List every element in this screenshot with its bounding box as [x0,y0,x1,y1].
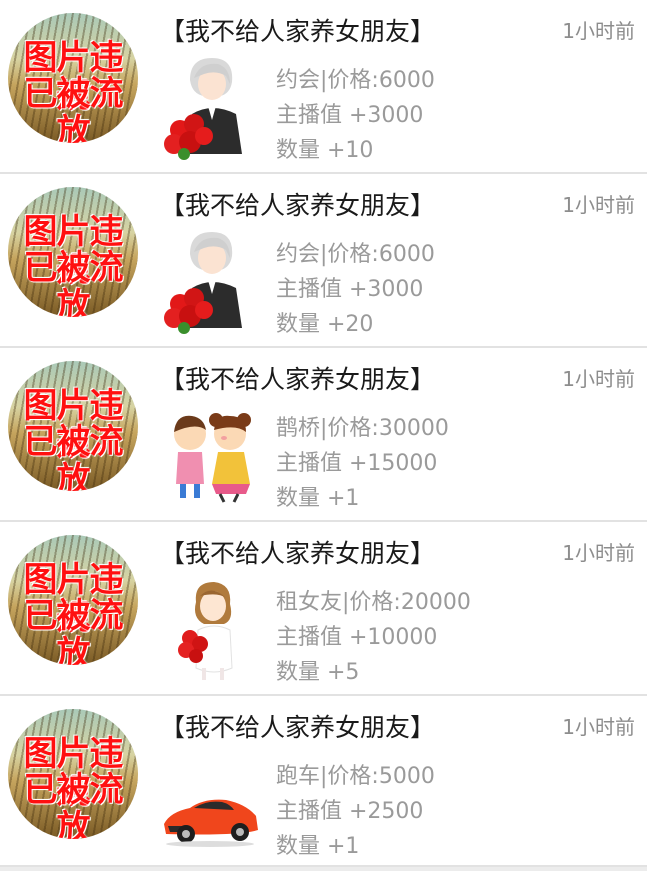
timestamp: 1小时前 [562,541,635,565]
avatar-ban-text: 已被流放 [23,248,124,317]
couple-icon [160,398,260,508]
quantity-text: 数量 +1 [276,834,360,859]
avatar-ban-text: 已被流放 [23,770,124,839]
gift-record-row[interactable]: 图片违规 已被流放 【我不给人家养女朋友】 1小时前 约会|价格:6000 主播… [0,174,647,348]
anchor-value-text: 主播值 +3000 [276,103,424,128]
user-avatar[interactable]: 图片违规 已被流放 [8,709,138,839]
user-name[interactable]: 【我不给人家养女朋友】 [160,534,435,570]
gift-record-row[interactable]: 图片违规 已被流放 【我不给人家养女朋友】 1小时前 租女友|价格:20000 … [0,522,647,696]
timestamp: 1小时前 [562,193,635,217]
quantity-text: 数量 +5 [276,660,360,685]
user-avatar[interactable]: 图片违规 已被流放 [8,361,138,491]
gift-record-list: 图片违规 已被流放 【我不给人家养女朋友】 1小时前 约会|价格:6000 主播… [0,0,647,867]
gift-record-row[interactable]: 图片违规 已被流放 【我不给人家养女朋友】 1小时前 跑车|价格:5000 主播… [0,696,647,867]
timestamp: 1小时前 [562,715,635,739]
avatar-ban-text: 已被流放 [23,596,124,665]
anchor-value-text: 主播值 +3000 [276,277,424,302]
user-avatar[interactable]: 图片违规 已被流放 [8,535,138,665]
quantity-text: 数量 +1 [276,486,360,511]
bride-with-bouquet-icon [160,572,260,682]
quantity-text: 数量 +20 [276,312,374,337]
gift-price-text: 约会|价格:6000 [276,68,435,93]
user-name[interactable]: 【我不给人家养女朋友】 [160,12,435,48]
quantity-text: 数量 +10 [276,138,374,163]
gift-record-row[interactable]: 图片违规 已被流放 【我不给人家养女朋友】 1小时前 鹊桥|价格:30000 主… [0,348,647,522]
user-name[interactable]: 【我不给人家养女朋友】 [160,360,435,396]
gift-record-row[interactable]: 图片违规 已被流放 【我不给人家养女朋友】 1小时前 约会|价格:6000 主播… [0,0,647,174]
avatar-ban-text: 已被流放 [23,422,124,491]
timestamp: 1小时前 [562,19,635,43]
gift-price-text: 租女友|价格:20000 [276,590,471,615]
user-name[interactable]: 【我不给人家养女朋友】 [160,186,435,222]
boy-with-roses-icon [160,50,260,160]
sports-car-icon [160,746,260,856]
boy-with-roses-icon [160,224,260,334]
anchor-value-text: 主播值 +10000 [276,625,438,650]
anchor-value-text: 主播值 +2500 [276,799,424,824]
gift-price-text: 约会|价格:6000 [276,242,435,267]
user-name[interactable]: 【我不给人家养女朋友】 [160,708,435,744]
user-avatar[interactable]: 图片违规 已被流放 [8,187,138,317]
avatar-ban-text: 已被流放 [23,74,124,143]
gift-price-text: 鹊桥|价格:30000 [276,416,449,441]
gift-price-text: 跑车|价格:5000 [276,764,435,789]
timestamp: 1小时前 [562,367,635,391]
anchor-value-text: 主播值 +15000 [276,451,438,476]
user-avatar[interactable]: 图片违规 已被流放 [8,13,138,143]
